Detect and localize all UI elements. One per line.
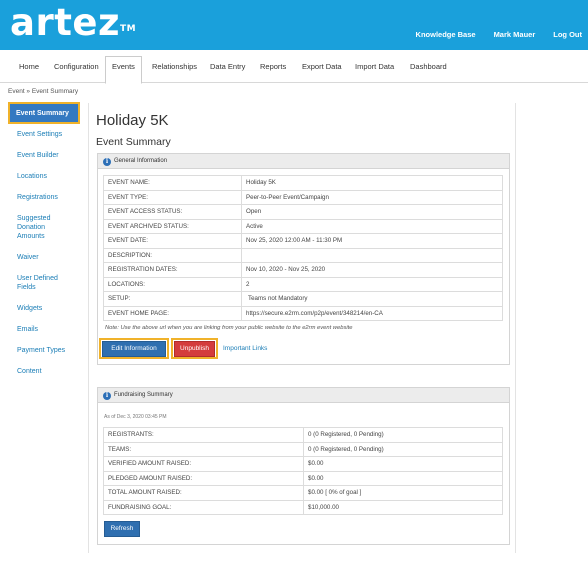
row-label: EVENT NAME: bbox=[103, 175, 242, 191]
log-out-link[interactable]: Log Out bbox=[553, 30, 582, 39]
sidebar-item-content[interactable]: Content bbox=[17, 367, 42, 376]
edit-information-button[interactable]: Edit Information bbox=[102, 341, 166, 357]
fundraising-summary-title: Fundraising Summary bbox=[114, 392, 173, 398]
row-label: EVENT ARCHIVED STATUS: bbox=[103, 218, 242, 234]
row-value: $0.00 [ 0% of goal ] bbox=[303, 485, 503, 501]
table-row: EVENT ACCESS STATUS: Open bbox=[103, 204, 503, 220]
sidebar-item-event-summary[interactable]: Event Summary bbox=[8, 102, 80, 124]
table-row: SETUP: Teams not Mandatory bbox=[103, 291, 503, 307]
sidebar-item-event-builder[interactable]: Event Builder bbox=[17, 151, 59, 160]
general-information-table: EVENT NAME: Holiday 5K EVENT TYPE: Peer-to… bbox=[103, 175, 503, 321]
knowledge-base-link[interactable]: Knowledge Base bbox=[416, 30, 476, 39]
table-row: REGISTRANTS: 0 (0 Registered, 0 Pending) bbox=[103, 427, 503, 443]
section-title: Event Summary bbox=[96, 136, 171, 148]
content-divider-left bbox=[88, 103, 89, 553]
artez-logo[interactable]: artezTM bbox=[10, 3, 136, 43]
table-row: LOCATIONS: 2 bbox=[103, 276, 503, 292]
tab-events[interactable]: Events bbox=[105, 56, 142, 84]
info-icon: i bbox=[103, 157, 111, 166]
event-home-page-link[interactable]: https://secure.e2rm.com/p2p/event/348214… bbox=[241, 305, 503, 321]
row-label: SETUP: bbox=[103, 291, 242, 307]
table-row: TEAMS: 0 (0 Registered, 0 Pending) bbox=[103, 441, 503, 457]
important-links-link[interactable]: Important Links bbox=[223, 345, 267, 352]
fundraising-summary-table: REGISTRANTS: 0 (0 Registered, 0 Pending) … bbox=[103, 427, 503, 515]
tab-relationships[interactable]: Relationships bbox=[150, 57, 199, 83]
table-row: EVENT NAME: Holiday 5K bbox=[103, 175, 503, 191]
sidebar-item-widgets[interactable]: Widgets bbox=[17, 304, 42, 313]
general-information-title: General Information bbox=[114, 158, 168, 164]
page-title: Holiday 5K bbox=[96, 112, 169, 129]
row-label: REGISTRANTS: bbox=[103, 427, 304, 443]
table-row: EVENT TYPE: Peer-to-Peer Event/Campaign bbox=[103, 189, 503, 205]
table-row: DESCRIPTION: bbox=[103, 247, 503, 263]
user-name-link[interactable]: Mark Mauer bbox=[494, 30, 536, 39]
tab-home[interactable]: Home bbox=[17, 57, 41, 83]
sidebar-item-user-defined-fields[interactable]: User Defined Fields bbox=[17, 274, 62, 292]
row-label: DESCRIPTION: bbox=[103, 247, 242, 263]
row-label: EVENT TYPE: bbox=[103, 189, 242, 205]
fundraising-summary-header: i Fundraising Summary bbox=[98, 388, 509, 403]
row-label: EVENT ACCESS STATUS: bbox=[103, 204, 242, 220]
table-row: REGISTRATION DATES: Nov 10, 2020 - Nov 25… bbox=[103, 262, 503, 278]
row-label: FUNDRAISING GOAL: bbox=[103, 499, 304, 515]
row-value: Peer-to-Peer Event/Campaign bbox=[241, 189, 503, 205]
row-label: EVENT DATE: bbox=[103, 233, 242, 249]
row-value: Teams not Mandatory bbox=[241, 291, 503, 307]
top-links: Knowledge Base Mark Mauer Log Out bbox=[398, 30, 582, 39]
info-icon: i bbox=[103, 391, 111, 400]
tab-configuration[interactable]: Configuration bbox=[52, 57, 101, 83]
sidebar-item-suggested-donation-amounts[interactable]: Suggested Donation Amounts bbox=[17, 214, 67, 241]
row-label: TEAMS: bbox=[103, 441, 304, 457]
tab-dashboard[interactable]: Dashboard bbox=[408, 57, 449, 83]
row-label: EVENT HOME PAGE: bbox=[103, 305, 242, 321]
tab-export-data[interactable]: Export Data bbox=[300, 57, 344, 83]
row-value: 2 bbox=[241, 276, 503, 292]
row-value: Nov 10, 2020 - Nov 25, 2020 bbox=[241, 262, 503, 278]
row-label: TOTAL AMOUNT RAISED: bbox=[103, 485, 304, 501]
tab-import-data[interactable]: Import Data bbox=[353, 57, 396, 83]
row-value: Open bbox=[241, 204, 503, 220]
row-value: Holiday 5K bbox=[241, 175, 503, 191]
table-row: FUNDRAISING GOAL: $10,000.00 bbox=[103, 499, 503, 515]
table-row: TOTAL AMOUNT RAISED: $0.00 [ 0% of goal ] bbox=[103, 485, 503, 501]
tab-reports[interactable]: Reports bbox=[258, 57, 288, 83]
sidebar-item-event-settings[interactable]: Event Settings bbox=[17, 130, 62, 139]
table-row: EVENT DATE: Nov 25, 2020 12:00 AM - 11:30… bbox=[103, 233, 503, 249]
row-value: Active bbox=[241, 218, 503, 234]
sidebar-item-emails[interactable]: Emails bbox=[17, 325, 38, 334]
breadcrumb: Event » Event Summary bbox=[8, 88, 79, 95]
content-divider-right bbox=[515, 103, 516, 553]
sidebar-item-locations[interactable]: Locations bbox=[17, 172, 47, 181]
tab-data-entry[interactable]: Data Entry bbox=[208, 57, 247, 83]
as-of-timestamp: As of Dec 3, 2020 03:45 PM bbox=[104, 414, 167, 420]
table-row: EVENT ARCHIVED STATUS: Active bbox=[103, 218, 503, 234]
sidebar-item-waiver[interactable]: Waiver bbox=[17, 253, 39, 262]
row-value: $0.00 bbox=[303, 456, 503, 472]
row-label: LOCATIONS: bbox=[103, 276, 242, 292]
row-label: REGISTRATION DATES: bbox=[103, 262, 242, 278]
main-tabs: Home Configuration Events Relationships … bbox=[0, 50, 588, 84]
row-value: 0 (0 Registered, 0 Pending) bbox=[303, 427, 503, 443]
refresh-button[interactable]: Refresh bbox=[104, 521, 140, 537]
url-note: Note: Use the above url when you are lin… bbox=[105, 325, 353, 331]
top-bar: artezTM Knowledge Base Mark Mauer Log Ou… bbox=[0, 0, 588, 50]
row-value: $0.00 bbox=[303, 470, 503, 486]
general-information-header: i General Information bbox=[98, 154, 509, 169]
row-label: VERIFIED AMOUNT RAISED: bbox=[103, 456, 304, 472]
table-row: PLEDGED AMOUNT RAISED: $0.00 bbox=[103, 470, 503, 486]
row-value: $10,000.00 bbox=[303, 499, 503, 515]
row-value: 0 (0 Registered, 0 Pending) bbox=[303, 441, 503, 457]
table-row: EVENT HOME PAGE: https://secure.e2rm.com/… bbox=[103, 305, 503, 321]
sidebar-item-payment-types[interactable]: Payment Types bbox=[17, 346, 65, 355]
row-value bbox=[241, 247, 503, 263]
row-value: Nov 25, 2020 12:00 AM - 11:30 PM bbox=[241, 233, 503, 249]
table-row: VERIFIED AMOUNT RAISED: $0.00 bbox=[103, 456, 503, 472]
row-label: PLEDGED AMOUNT RAISED: bbox=[103, 470, 304, 486]
unpublish-button[interactable]: Unpublish bbox=[174, 341, 215, 357]
sidebar-item-registrations[interactable]: Registrations bbox=[17, 193, 58, 202]
